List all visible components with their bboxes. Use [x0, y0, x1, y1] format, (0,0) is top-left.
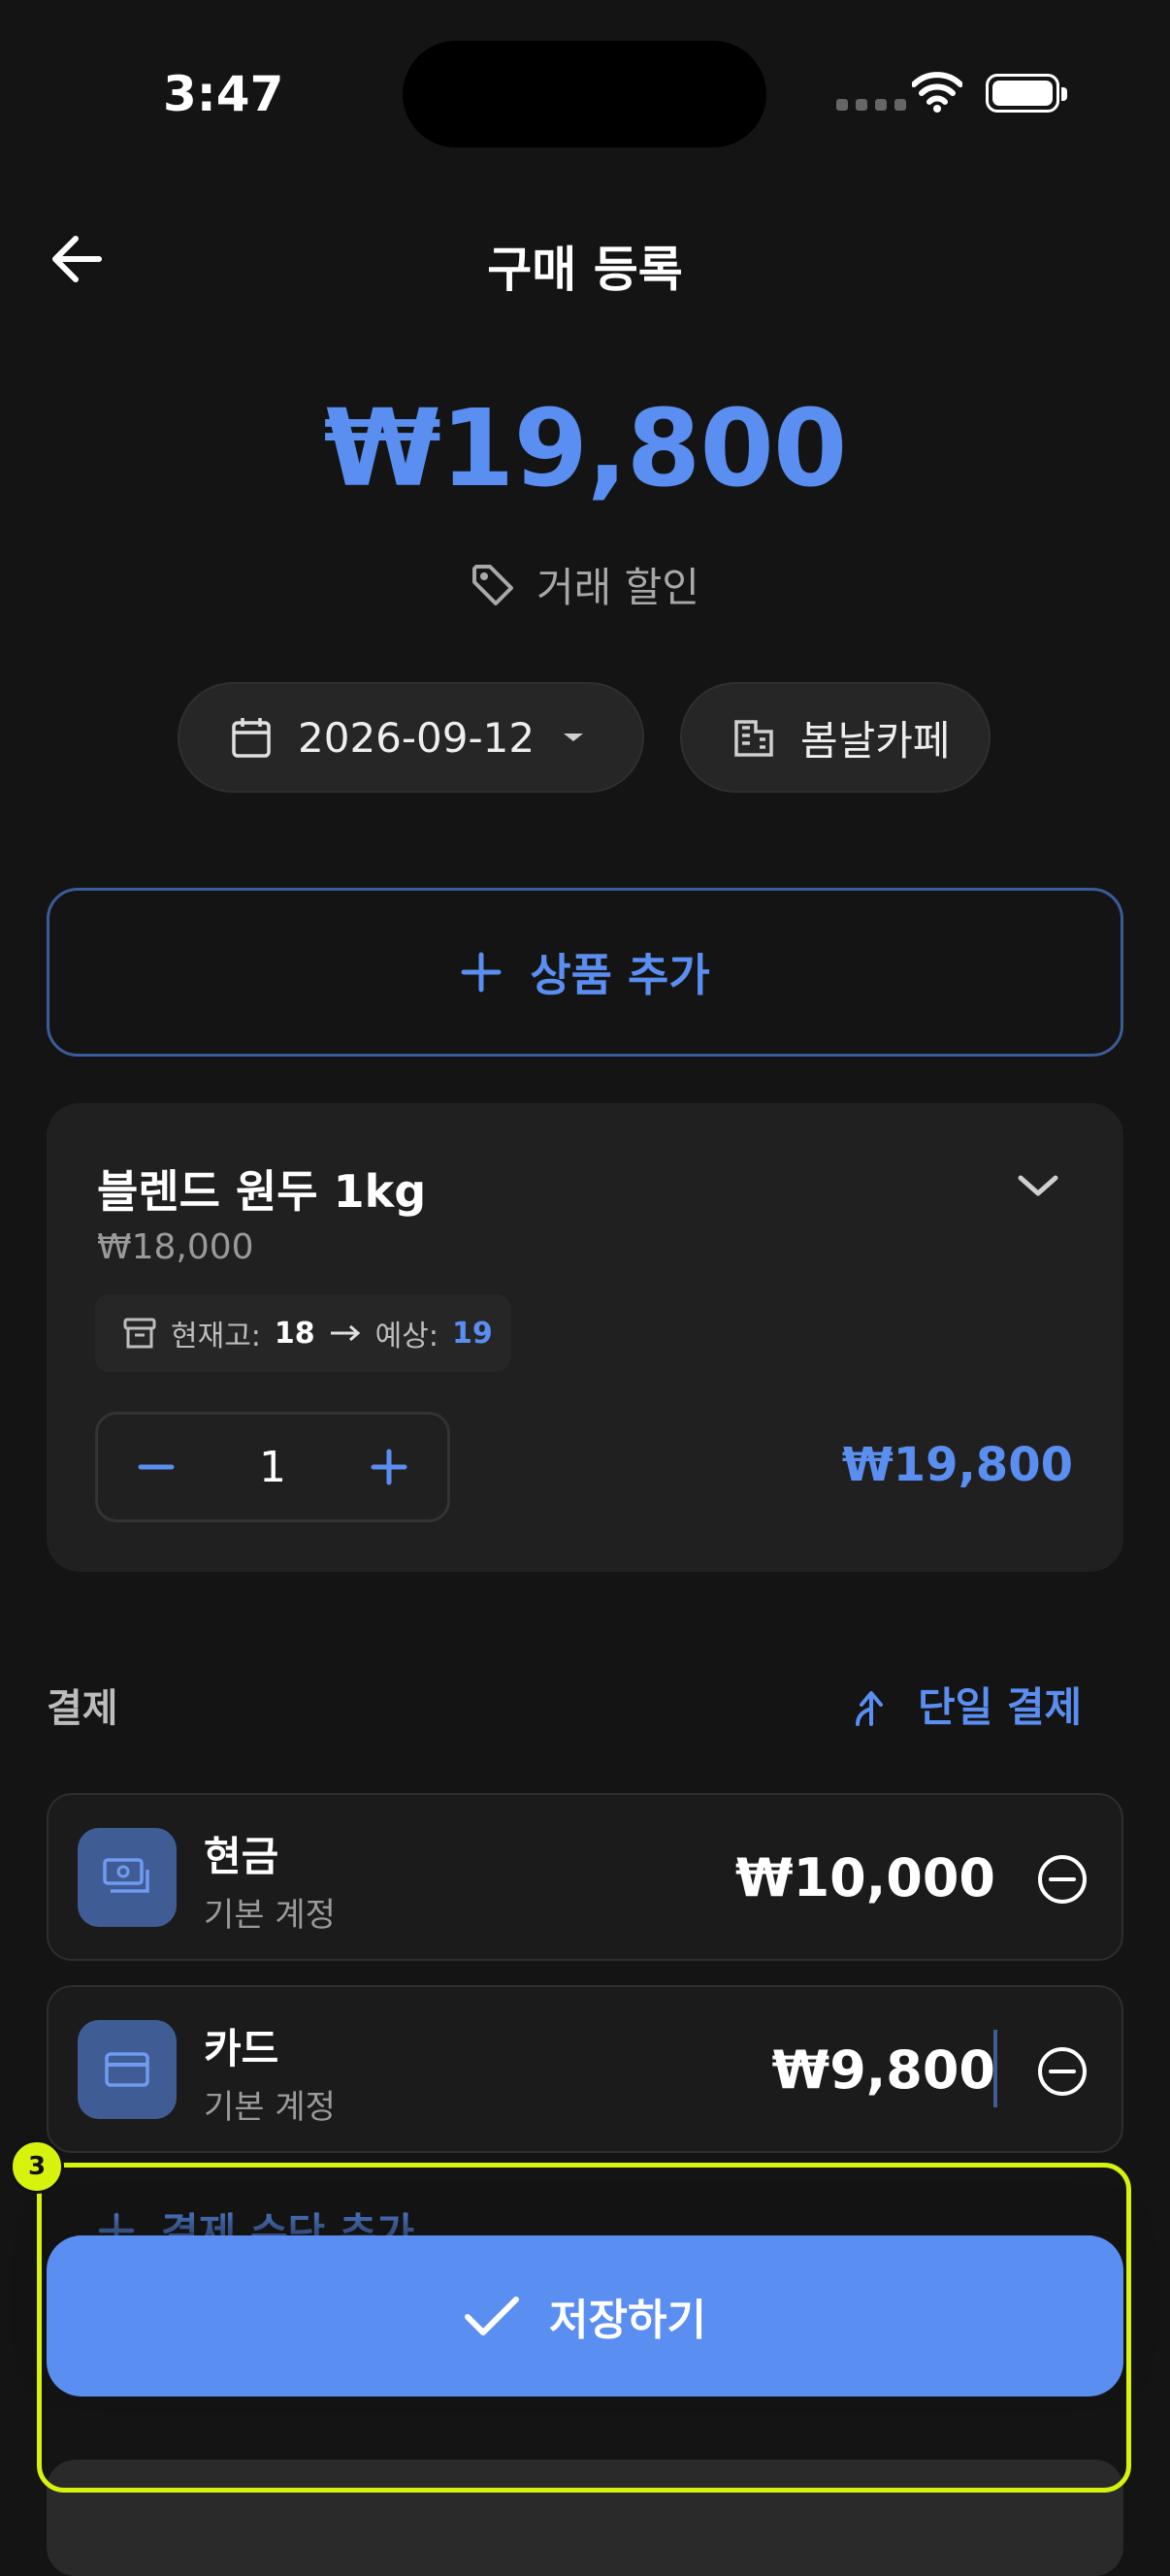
- payment-method-name: 카드: [204, 2025, 279, 2072]
- stock-info: 현재고: 18 예상: 19: [95, 1294, 510, 1372]
- store-name: 봄날카페: [800, 716, 951, 765]
- quantity-stepper: 1: [95, 1412, 450, 1522]
- cash-icon: [78, 1828, 177, 1927]
- payment-method-account: 기본 계정: [204, 2088, 336, 2127]
- dynamic-island: [403, 41, 766, 147]
- plus-icon[interactable]: [370, 1448, 408, 1486]
- line-total: ₩19,800: [841, 1438, 1073, 1492]
- single-payment-button[interactable]: 단일 결제: [854, 1675, 1082, 1734]
- dropdown-caret-icon: [560, 730, 587, 745]
- plus-icon: [460, 951, 503, 994]
- add-product-button[interactable]: 상품 추가: [47, 888, 1123, 1057]
- expected-value: 19: [451, 1316, 493, 1351]
- add-product-label: 상품 추가: [530, 949, 710, 1001]
- building-icon: [732, 716, 775, 759]
- discount-button[interactable]: 거래 할인: [0, 555, 1170, 614]
- remove-circle-icon[interactable]: [1036, 2045, 1089, 2098]
- arrow-right-icon: [329, 1323, 362, 1343]
- payment-method-name: 현금: [204, 1833, 279, 1880]
- text-cursor: [993, 2030, 997, 2107]
- product-price: ₩18,000: [97, 1227, 254, 1267]
- quantity-value[interactable]: 1: [259, 1443, 286, 1492]
- highlight-badge: 3: [10, 2139, 64, 2194]
- discount-label: 거래 할인: [536, 564, 699, 611]
- total-amount: ₩19,800: [323, 386, 848, 510]
- chevron-down-icon[interactable]: [1017, 1172, 1059, 1199]
- single-payment-label: 단일 결제: [918, 1683, 1083, 1731]
- cellular-signal-icon: [836, 99, 906, 111]
- tag-icon: [471, 563, 515, 607]
- expected-label: 예상:: [374, 1320, 439, 1353]
- payment-section-label: 결제: [47, 1686, 118, 1731]
- credit-card-icon: [78, 2020, 177, 2119]
- status-time: 3:47: [163, 66, 284, 122]
- wifi-icon: [912, 70, 962, 113]
- highlight-box: [37, 2163, 1131, 2493]
- date-picker[interactable]: 2026-09-12: [178, 682, 644, 793]
- minus-icon[interactable]: [137, 1448, 176, 1486]
- product-name: 블렌드 원두 1kg: [97, 1165, 427, 1218]
- payment-amount-input[interactable]: ₩10,000: [621, 1847, 995, 1908]
- page-title: 구매 등록: [487, 242, 683, 298]
- merge-icon: [854, 1683, 889, 1726]
- stock-label: 현재고:: [171, 1320, 261, 1353]
- stock-value: 18: [274, 1316, 315, 1351]
- battery-icon: [986, 74, 1067, 113]
- payment-amount-input[interactable]: ₩9,800: [621, 2039, 995, 2101]
- date-value: 2026-09-12: [298, 713, 536, 762]
- remove-circle-icon[interactable]: [1036, 1853, 1089, 1906]
- payment-method-account: 기본 계정: [204, 1896, 336, 1935]
- calendar-icon: [230, 716, 273, 759]
- store-selector[interactable]: 봄날카페: [680, 682, 991, 793]
- archive-icon: [122, 1316, 157, 1351]
